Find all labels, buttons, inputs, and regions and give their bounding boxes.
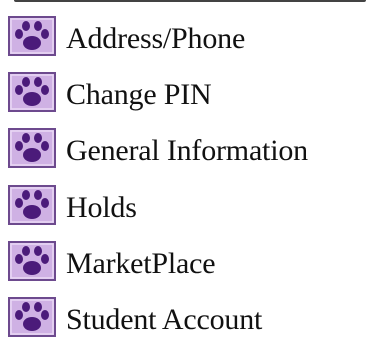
menu-item-marketplace[interactable]: MarketPlace <box>8 233 386 289</box>
account-menu-list: Address/Phone Change PIN General Informa… <box>8 8 386 345</box>
paw-icon <box>8 240 56 281</box>
menu-item-student-account[interactable]: Student Account <box>8 289 386 345</box>
menu-item-label[interactable]: Holds <box>66 192 137 223</box>
menu-item-label[interactable]: General Information <box>66 136 308 166</box>
paw-icon <box>8 297 56 338</box>
paw-icon <box>8 16 56 57</box>
menu-item-label[interactable]: Address/Phone <box>66 24 245 54</box>
cropped-heading-underline <box>14 0 366 6</box>
menu-item-label[interactable]: Change PIN <box>66 80 212 110</box>
menu-item-label[interactable]: MarketPlace <box>66 248 216 279</box>
paw-icon <box>8 72 56 113</box>
menu-item-label[interactable]: Student Account <box>66 305 262 335</box>
paw-icon <box>8 184 56 225</box>
menu-item-general-information[interactable]: General Information <box>8 120 386 176</box>
menu-item-change-pin[interactable]: Change PIN <box>8 64 386 120</box>
menu-item-holds[interactable]: Holds <box>8 177 386 233</box>
menu-item-address-phone[interactable]: Address/Phone <box>8 8 386 64</box>
paw-icon <box>8 128 56 169</box>
